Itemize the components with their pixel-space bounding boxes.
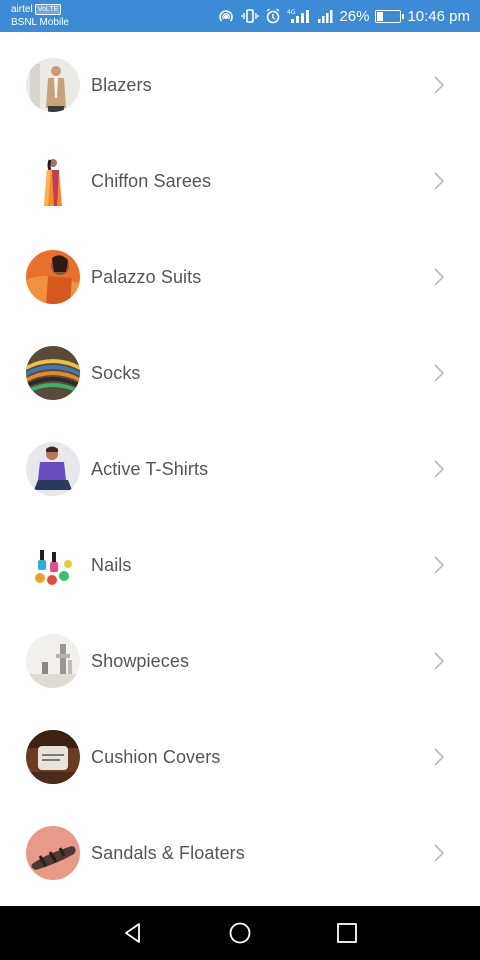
chevron-right-icon [432,843,446,863]
cushion-thumbnail [26,730,80,784]
category-label: Chiffon Sarees [91,170,212,191]
category-label: Cushion Covers [91,746,221,767]
status-bar: airtel VoLTE BSNL Mobile 4G 26% 10:46 pm [0,0,480,32]
hotspot-icon [217,8,235,24]
volte-badge: VoLTE [34,4,62,15]
category-label: Blazers [91,74,152,95]
chevron-right-icon [432,363,446,383]
chevron-right-icon [432,651,446,671]
chevron-right-icon [432,459,446,479]
chevron-right-icon [432,75,446,95]
category-row-blazers[interactable]: Blazers [0,37,480,133]
carrier-info: airtel VoLTE BSNL Mobile [11,3,69,29]
saree-thumbnail [26,154,80,208]
category-row-palazzo-suits[interactable]: Palazzo Suits [0,229,480,325]
category-label: Sandals & Floaters [91,842,245,863]
alarm-icon [265,8,281,24]
palazzo-thumbnail [26,250,80,304]
square-recents-icon[interactable] [335,921,359,945]
category-row-chiffon-sarees[interactable]: Chiffon Sarees [0,133,480,229]
category-row-cushion-covers[interactable]: Cushion Covers [0,709,480,805]
chevron-right-icon [432,747,446,767]
chevron-right-icon [432,555,446,575]
category-row-sandals-floaters[interactable]: Sandals & Floaters [0,805,480,901]
chevron-right-icon [432,267,446,287]
system-navigation-bar [0,906,480,960]
category-label: Active T-Shirts [91,458,209,479]
battery-percent: 26% [339,7,370,25]
tshirt-thumbnail [26,442,80,496]
category-row-showpieces[interactable]: Showpieces [0,613,480,709]
category-label: Nails [91,554,132,575]
battery-icon [375,9,405,23]
chevron-right-icon [432,171,446,191]
signal-4g-icon: 4G [287,8,311,24]
socks-thumbnail [26,346,80,400]
triangle-back-icon[interactable] [121,921,145,945]
vibrate-icon [241,8,260,24]
carrier-primary: airtel [11,4,33,15]
category-list: Blazers Chiffon Sarees Palazzo Suits Soc… [0,32,480,906]
category-label: Socks [91,362,141,383]
showpiece-thumbnail [26,634,80,688]
category-label: Palazzo Suits [91,266,202,287]
sandal-thumbnail [26,826,80,880]
category-row-active-tshirts[interactable]: Active T-Shirts [0,421,480,517]
blazer-thumbnail [26,58,80,112]
category-label: Showpieces [91,650,190,671]
category-row-nails[interactable]: Nails [0,517,480,613]
nail-polish-thumbnail [26,538,80,592]
clock: 10:46 pm [407,7,470,25]
carrier-secondary: BSNL Mobile [11,17,69,28]
signal-icon [317,8,333,24]
category-row-socks[interactable]: Socks [0,325,480,421]
circle-home-icon[interactable] [228,921,252,945]
svg-text:4G: 4G [287,9,296,16]
